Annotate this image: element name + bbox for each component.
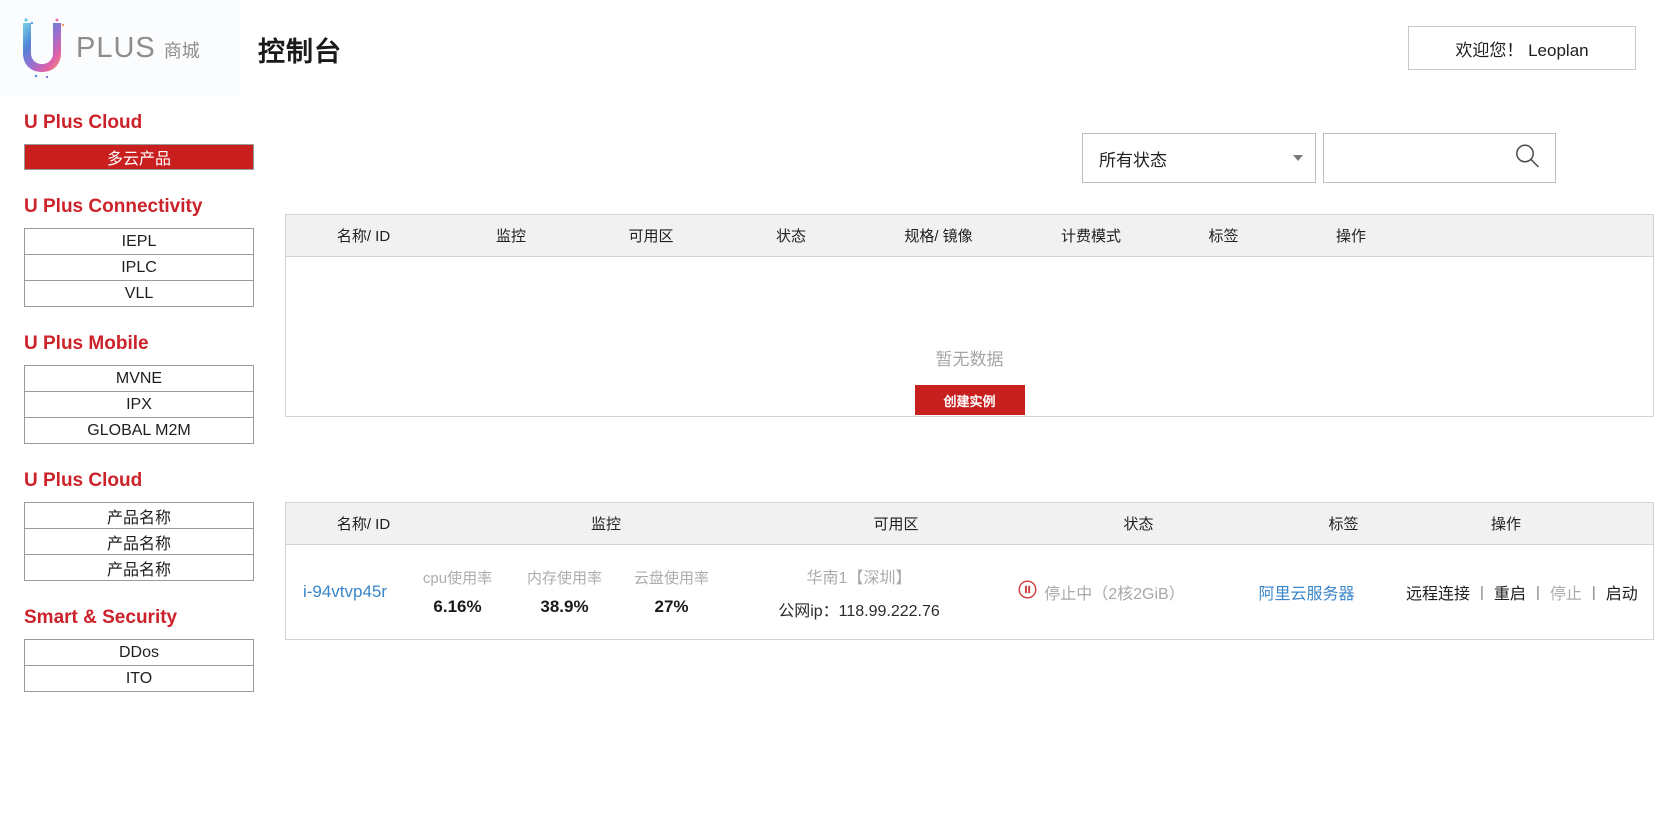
metric-1: 内存使用率 38.9%	[511, 567, 618, 617]
sidebar-item-iepl[interactable]: IEPL	[25, 229, 253, 255]
table-one-header-row: 名称/ ID监控可用区状态规格/ 镜像计费模式标签操作	[286, 215, 1653, 257]
table-one-empty-body: 暂无数据 创建实例	[286, 257, 1653, 417]
metric-value: 27%	[618, 597, 725, 617]
table-two-column-header: 名称/ ID	[286, 513, 441, 534]
table-one-column-header: 规格/ 镜像	[861, 225, 1016, 246]
status-filter-select[interactable]: 所有状态	[1082, 133, 1316, 183]
action-separator: |	[1526, 584, 1550, 601]
metric-label: 云盘使用率	[618, 567, 725, 588]
sidebar-section: U Plus Cloud产品名称产品名称产品名称	[0, 470, 278, 581]
action-separator: |	[1470, 584, 1494, 601]
cell-zone: 华南1【深圳】 公网ip：118.99.222.76	[734, 564, 984, 621]
sidebar-section-list: DDosITO	[24, 639, 254, 692]
table-one-column-header: 状态	[721, 225, 861, 246]
sidebar-section: U Plus Mobile MVNEIPXGLOBAL M2M	[0, 333, 278, 444]
table-one-column-header: 名称/ ID	[286, 225, 441, 246]
sidebar-item-ito[interactable]: ITO	[25, 666, 253, 692]
table-two-header-row: 名称/ ID监控可用区状态标签操作	[286, 503, 1653, 545]
sidebar-item-ipx[interactable]: IPX	[25, 392, 253, 418]
chevron-down-icon	[1293, 155, 1303, 161]
table-row[interactable]: i-94vtvp45r cpu使用率 6.16%内存使用率 38.9%云盘使用率 27…	[286, 545, 1653, 639]
instances-table-empty: 名称/ ID监控可用区状态规格/ 镜像计费模式标签操作 暂无数据 创建实例	[285, 214, 1654, 417]
filter-row: 所有状态	[1082, 133, 1556, 183]
cell-actions: 远程连接|重启|停止|启动	[1394, 580, 1638, 604]
sidebar-item-产品名称[interactable]: 产品名称	[25, 555, 253, 581]
instances-table: 名称/ ID监控可用区状态标签操作 i-94vtvp45r cpu使用率 6.16…	[285, 502, 1654, 640]
metric-value: 6.16%	[404, 597, 511, 617]
table-one-column-header: 标签	[1166, 225, 1281, 246]
action-separator: |	[1582, 584, 1606, 601]
table-two-column-header: 操作	[1431, 513, 1581, 534]
sidebar-section-heading: U Plus Cloud	[24, 112, 278, 134]
table-one-column-header: 计费模式	[1016, 225, 1166, 246]
instance-id-link[interactable]: i-94vtvp45r	[303, 582, 387, 601]
zone-label: 华南1【深圳】	[734, 564, 984, 588]
metric-2: 云盘使用率 27%	[618, 567, 725, 617]
table-two-column-header: 监控	[441, 513, 771, 534]
sidebar-item-iplc[interactable]: IPLC	[25, 255, 253, 281]
table-one-column-header: 可用区	[581, 225, 721, 246]
u-plus-logo-icon	[14, 17, 70, 79]
table-one-column-header: 监控	[441, 225, 581, 246]
sidebar-section-heading: U Plus Connectivity	[24, 196, 278, 218]
sidebar-section: U Plus Cloud 多云产品	[0, 112, 278, 170]
table-two-column-header: 标签	[1256, 513, 1431, 534]
empty-state-text: 暂无数据	[286, 345, 1653, 370]
metric-label: 内存使用率	[511, 567, 618, 588]
search-box[interactable]	[1323, 133, 1556, 183]
logo-wordmark: PLUS	[76, 32, 156, 65]
sidebar-item-global-m2m[interactable]: GLOBAL M2M	[25, 418, 253, 444]
table-two-column-header: 状态	[1021, 513, 1256, 534]
logo-subtitle: 商城	[164, 37, 200, 63]
sidebar-section-list: 产品名称产品名称产品名称	[24, 502, 254, 581]
search-icon[interactable]	[1513, 142, 1541, 175]
metric-label: cpu使用率	[404, 567, 511, 588]
main-content: 所有状态 名称/ ID监控可用区状态规格/ 镜像计费模式标签操作 暂无数据 创建…	[285, 0, 1654, 830]
sidebar: U Plus Cloud多云产品U Plus ConnectivityIEPLI…	[0, 112, 278, 718]
sidebar-section-list: IEPLIPLCVLL	[24, 228, 254, 307]
sidebar-section-heading: U Plus Cloud	[24, 470, 278, 492]
cell-tag: 阿里云服务器	[1219, 580, 1394, 604]
status-filter-value: 所有状态	[1099, 146, 1167, 171]
sidebar-section-list: 多云产品	[24, 144, 254, 170]
metric-0: cpu使用率 6.16%	[404, 567, 511, 617]
action-0[interactable]: 远程连接	[1406, 580, 1470, 604]
cell-monitoring: cpu使用率 6.16%内存使用率 38.9%云盘使用率 27%	[404, 567, 734, 617]
sidebar-section: Smart & Security DDosITO	[0, 607, 278, 692]
sidebar-section-heading: U Plus Mobile	[24, 333, 278, 355]
action-3[interactable]: 启动	[1606, 580, 1638, 604]
sidebar-section-list: MVNEIPXGLOBAL M2M	[24, 365, 254, 444]
brand-logo[interactable]: PLUS 商城	[0, 0, 240, 96]
sidebar-item-ddos[interactable]: DDos	[25, 640, 253, 666]
sidebar-item-vll[interactable]: VLL	[25, 281, 253, 307]
sidebar-item-产品名称[interactable]: 产品名称	[25, 503, 253, 529]
sidebar-item-mvne[interactable]: MVNE	[25, 366, 253, 392]
tag-link[interactable]: 阿里云服务器	[1258, 586, 1354, 603]
sidebar-section-heading: Smart & Security	[24, 607, 278, 629]
sidebar-item-产品名称[interactable]: 产品名称	[25, 529, 253, 555]
action-2: 停止	[1550, 580, 1582, 604]
table-two-column-header: 可用区	[771, 513, 1021, 534]
cell-instance-id: i-94vtvp45r	[286, 582, 404, 602]
cell-status: 停止中（2核2GiB）	[984, 580, 1219, 604]
public-ip-label: 公网ip：118.99.222.76	[734, 597, 984, 621]
action-1[interactable]: 重启	[1494, 580, 1526, 604]
table-one-column-header: 操作	[1281, 225, 1421, 246]
metric-value: 38.9%	[511, 597, 618, 617]
create-instance-button[interactable]: 创建实例	[915, 385, 1025, 415]
pause-circle-icon	[1018, 580, 1037, 604]
sidebar-section: U Plus Connectivity IEPLIPLCVLL	[0, 196, 278, 307]
sidebar-item-多云产品[interactable]: 多云产品	[24, 144, 254, 170]
status-badge: 停止中（2核2GiB）	[1044, 580, 1184, 604]
